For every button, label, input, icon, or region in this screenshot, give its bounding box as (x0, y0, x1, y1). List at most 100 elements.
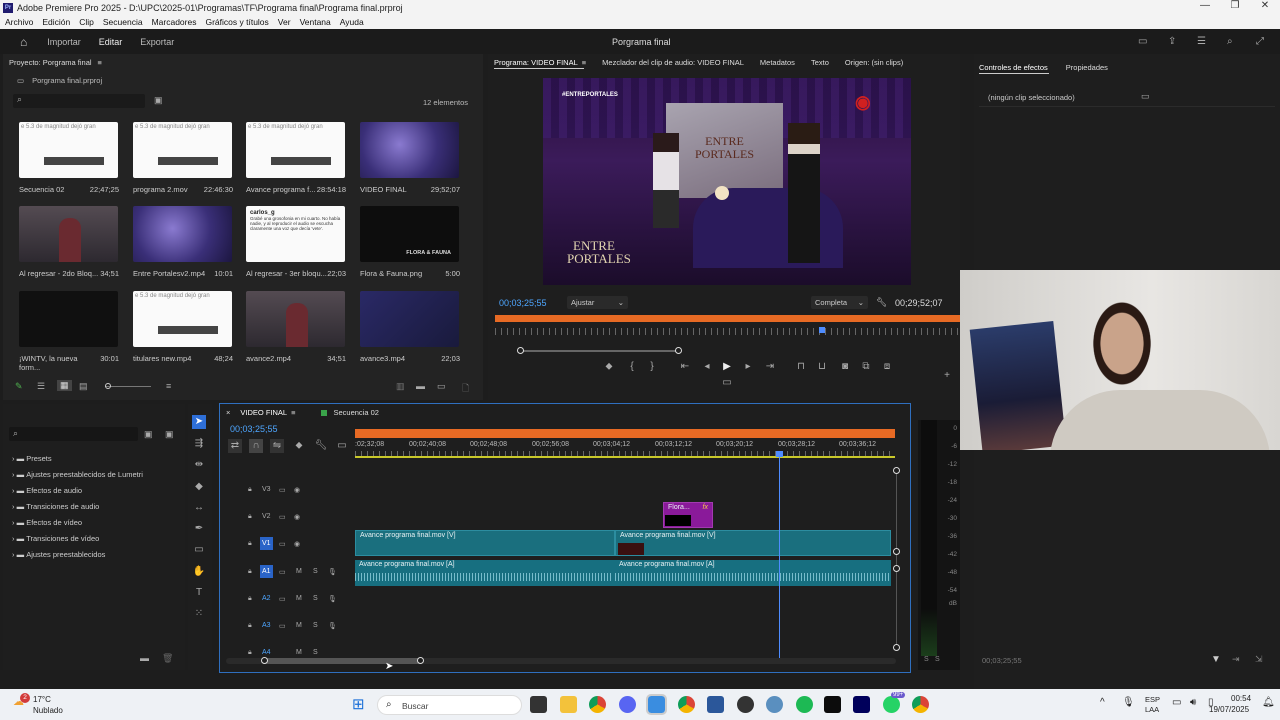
windows-start-icon[interactable]: ⊞ (352, 696, 369, 713)
close-button[interactable]: ✕ (1250, 0, 1280, 11)
home-icon[interactable]: ⌂ (20, 35, 27, 49)
horizontal-scrollbar[interactable] (226, 657, 896, 664)
solo-button[interactable]: S (313, 595, 318, 602)
language-code[interactable]: ESP (1145, 695, 1160, 704)
menu-clip[interactable]: Clip (79, 17, 94, 27)
clip-v1-b[interactable]: Avance programa final.mov [V] (615, 530, 891, 556)
filter-icon[interactable]: ▼ (1211, 654, 1221, 665)
solo-button[interactable]: S (313, 622, 318, 629)
lift-icon[interactable]: ⊓ (794, 360, 808, 374)
thumb-video-final[interactable] (360, 122, 459, 178)
export-icon[interactable]: ⇲ (1255, 654, 1263, 665)
close-icon[interactable]: × (226, 408, 230, 417)
lock-icon[interactable]: 🔒︎ (248, 486, 252, 494)
notifications-icon[interactable]: 🔔︎ (1262, 697, 1275, 708)
clip-a1-a[interactable]: Avance programa final.mov [A] (355, 560, 615, 586)
mute-button[interactable]: M (296, 595, 302, 602)
go-to-out-icon[interactable]: ⇥ (763, 360, 777, 374)
selection-tool-icon[interactable]: ➤ (192, 415, 206, 429)
play-icon[interactable]: ▶ (720, 360, 734, 374)
video-preview[interactable]: ENTRE PORTALES ◉ #ENTREPORTALES ENTRE PO… (543, 78, 911, 285)
sync-icon[interactable]: ▭ (279, 595, 286, 603)
menu-graficos[interactable]: Gráficos y títulos (205, 17, 268, 27)
extract-icon[interactable]: ⊔ (815, 360, 829, 374)
effects-item[interactable]: › ▬ Transiciones de audio (12, 499, 143, 515)
clip-flora-v2[interactable]: Flora... fx (663, 502, 713, 528)
playhead-handle[interactable] (776, 451, 783, 457)
weather-widget[interactable]: ☁ 2 17°C Nublado (13, 693, 73, 717)
go-to-in-icon[interactable]: ⇤ (678, 360, 692, 374)
effects-item[interactable]: › ▬ Efectos de audio (12, 483, 143, 499)
timeline-work-area[interactable] (355, 429, 895, 438)
track-label[interactable]: A1 (260, 565, 273, 578)
export-frame-icon[interactable]: ▭ (720, 376, 734, 390)
effects-item[interactable]: › ▬ Efectos de vídeo (12, 515, 143, 531)
mute-button[interactable]: M (296, 622, 302, 629)
tab-importar[interactable]: Importar (47, 37, 81, 47)
clock-time[interactable]: 00:54 (1231, 694, 1251, 703)
razor-icon[interactable]: ◆ (192, 480, 206, 494)
thumb-secuencia-02[interactable]: e 5.3 de magnitud dejó gran (19, 122, 118, 178)
thumb-flora-fauna[interactable]: FLORA & FAUNA (360, 206, 459, 262)
fullscreen-icon[interactable]: ⤢ (1256, 36, 1264, 47)
lock-icon[interactable]: 🔒︎ (248, 595, 252, 603)
track-label[interactable]: A2 (262, 595, 271, 602)
lock-icon[interactable]: 🔒︎ (248, 568, 252, 576)
menu-ayuda[interactable]: Ayuda (340, 17, 364, 27)
timeline-playhead[interactable] (779, 454, 780, 658)
keyboard-layout[interactable]: LAA (1145, 705, 1159, 714)
spotify-icon[interactable] (796, 696, 813, 713)
timeline-settings-icon[interactable]: 🔧︎ (314, 439, 328, 453)
type-icon[interactable]: T (192, 586, 206, 600)
effects-item[interactable]: › ▬ Ajustes preestablecidos de Lumetri (12, 467, 143, 483)
whatsapp-icon[interactable] (883, 696, 900, 713)
menu-edicion[interactable]: Edición (42, 17, 70, 27)
freeform-view-icon[interactable]: ▤ (79, 381, 88, 392)
effects-item[interactable]: › ▬ Presets (12, 451, 143, 467)
solo-button[interactable]: S (313, 649, 318, 656)
jump-icon[interactable]: ⇥ (1232, 654, 1240, 665)
menu-marcadores[interactable]: Marcadores (152, 17, 197, 27)
automate-icon[interactable]: ▥ (396, 381, 405, 392)
nest-icon[interactable]: ⇄ (228, 439, 242, 453)
thumb-avance3[interactable] (360, 291, 459, 347)
effects-item[interactable]: › ▬ Ajustes preestablecidos (12, 547, 143, 563)
tab-effect-controls[interactable]: Controles de efectos (979, 63, 1048, 72)
chrome-dev-icon[interactable] (912, 696, 929, 713)
mute-button[interactable]: M (296, 649, 302, 656)
sync-icon[interactable]: ▭ (279, 568, 286, 576)
caption-icon[interactable]: ⁙ (192, 607, 206, 621)
effects-search-input[interactable]: ⌕ (9, 427, 138, 441)
project-search-input[interactable]: ⌕ (13, 94, 145, 108)
discord-icon[interactable] (619, 696, 636, 713)
track-label[interactable]: A4 (262, 649, 271, 656)
slip-icon[interactable]: ↔ (192, 501, 206, 515)
add-button-icon[interactable]: + (940, 369, 954, 383)
solo-right-button[interactable]: S (935, 656, 940, 663)
sync-icon[interactable]: ▭ (279, 513, 286, 521)
track-label[interactable]: V3 (262, 486, 271, 493)
mic-icon[interactable]: 🎙︎ (328, 595, 337, 603)
chrome-alt-icon[interactable] (678, 696, 695, 713)
track-label[interactable]: A3 (262, 622, 271, 629)
sync-icon[interactable]: ▭ (279, 540, 286, 548)
add-marker-icon[interactable]: ⬥ (292, 439, 306, 453)
task-view-icon[interactable] (530, 696, 547, 713)
new-bin-icon[interactable]: ▣ (154, 95, 163, 106)
tab-source[interactable]: Origen: (sin clips) (845, 58, 903, 67)
ripple-edit-icon[interactable]: ⇹ (192, 458, 206, 472)
project-panel-title[interactable]: Proyecto: Porgrama final (9, 58, 92, 67)
menu-secuencia[interactable]: Secuencia (103, 17, 143, 27)
thumb-entre-portales[interactable] (133, 206, 232, 262)
mic-icon[interactable]: 🎙︎ (328, 568, 337, 576)
quality-dropdown[interactable]: Completa ⌄ (811, 296, 868, 309)
marker-icon[interactable]: ⬥ (602, 360, 616, 374)
icon-view-icon[interactable]: ▦ (57, 380, 72, 391)
tab-audio-mixer[interactable]: Mezclador del clip de audio: VIDEO FINAL (602, 58, 744, 67)
pen-icon[interactable]: ✒ (192, 522, 206, 536)
tab-program[interactable]: Programa: VIDEO FINAL (494, 58, 578, 67)
tab-editar[interactable]: Editar (99, 37, 123, 47)
new-bin-icon[interactable]: ▬ (140, 653, 149, 663)
step-forward-icon[interactable]: ▸ (741, 360, 755, 374)
thumb-programa-2[interactable]: e 5.3 de magnitud dejó gran (133, 122, 232, 178)
